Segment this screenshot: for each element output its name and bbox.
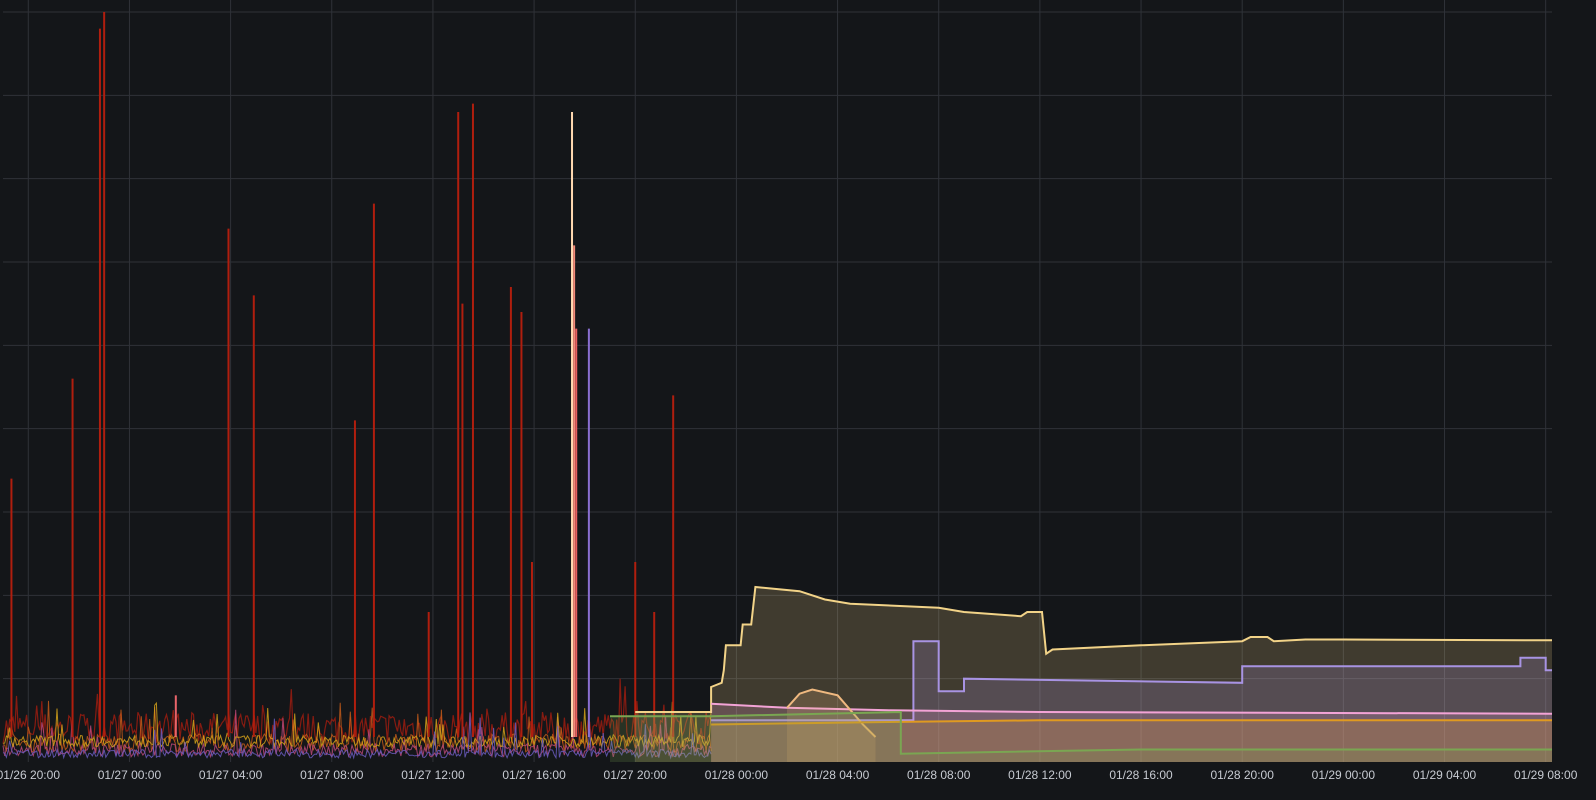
area-series: [610, 585, 1553, 762]
x-tick-label: 01/28 08:00: [907, 768, 971, 782]
noise-line: [2, 700, 712, 754]
x-tick-label: 01/27 12:00: [401, 768, 465, 782]
x-axis: 01/26 20:00 01/27 00:00 01/27 04:00 01/27 0…: [0, 768, 1578, 782]
x-tick-label: 01/28 16:00: [1109, 768, 1173, 782]
noise-band: [2, 678, 712, 760]
x-tick-label: 01/29 04:00: [1413, 768, 1477, 782]
x-tick-label: 01/27 20:00: [604, 768, 668, 782]
x-tick-label: 01/28 20:00: [1210, 768, 1274, 782]
x-tick-label: 01/27 08:00: [300, 768, 364, 782]
x-tick-label: 01/28 12:00: [1008, 768, 1072, 782]
noise-line: [2, 678, 712, 746]
spike-series: [10, 12, 675, 737]
x-tick-label: 01/27 04:00: [199, 768, 263, 782]
x-tick-label: 01/26 20:00: [0, 768, 60, 782]
chart-container: 01/26 20:00 01/27 00:00 01/27 04:00 01/27 0…: [0, 0, 1596, 800]
x-tick-label: 01/29 08:00: [1514, 768, 1578, 782]
x-tick-label: 01/28 00:00: [705, 768, 769, 782]
x-tick-label: 01/27 16:00: [502, 768, 566, 782]
x-tick-label: 01/29 00:00: [1312, 768, 1376, 782]
x-tick-label: 01/28 04:00: [806, 768, 870, 782]
x-tick-label: 01/27 00:00: [98, 768, 162, 782]
time-series-chart: 01/26 20:00 01/27 00:00 01/27 04:00 01/27 0…: [0, 0, 1578, 782]
